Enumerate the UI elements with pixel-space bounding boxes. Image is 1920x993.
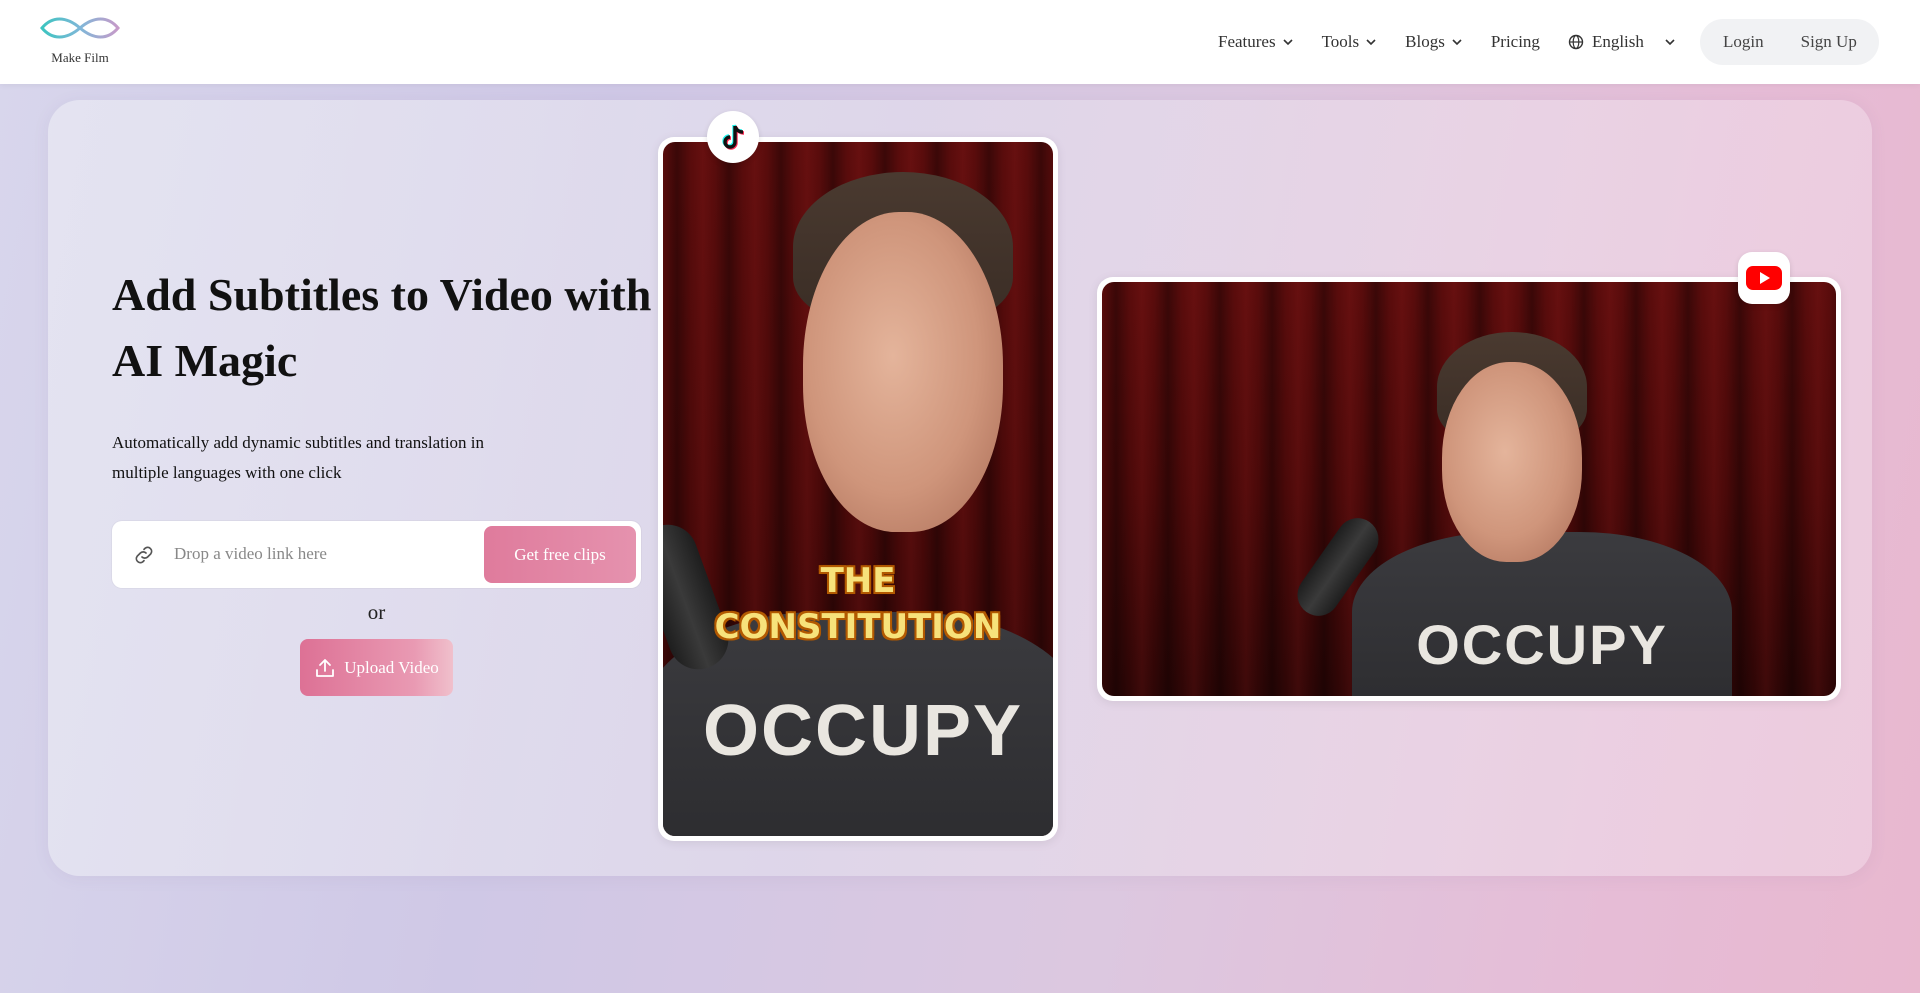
video-link-form: Get free clips xyxy=(112,521,641,588)
upload-video-button[interactable]: Upload Video xyxy=(300,639,453,696)
logo[interactable]: Make Film xyxy=(38,14,122,70)
vertical-video-preview: OCCUPY THE CONSTITUTION xyxy=(658,137,1058,841)
upload-icon xyxy=(316,658,335,677)
link-icon xyxy=(135,546,153,564)
nav-blogs[interactable]: Blogs xyxy=(1405,24,1463,60)
nav-features[interactable]: Features xyxy=(1218,24,1294,60)
language-label: English xyxy=(1591,32,1644,51)
shirt-print: OCCUPY xyxy=(702,691,1024,771)
tiktok-glyph xyxy=(722,124,745,150)
nav-features-label: Features xyxy=(1218,32,1276,51)
subtitle-caption-line2: CONSTITUTION xyxy=(714,607,1002,647)
nav-tools-label: Tools xyxy=(1321,32,1360,51)
infinity-logo-icon xyxy=(40,17,120,39)
chevron-down-icon xyxy=(1283,39,1293,46)
subtitle-caption-line1: THE xyxy=(820,561,896,601)
chevron-down-icon xyxy=(1366,39,1376,46)
youtube-icon xyxy=(1738,252,1790,304)
or-divider: or xyxy=(367,600,386,624)
nav-pricing[interactable]: Pricing xyxy=(1491,24,1540,60)
language-selector[interactable]: English xyxy=(1568,24,1676,60)
video-link-input[interactable] xyxy=(174,535,474,573)
globe-icon xyxy=(1568,34,1584,50)
hero-title: Add Subtitles to Video with AI Magic xyxy=(112,269,652,386)
horizontal-video-still: OCCUPY xyxy=(1102,282,1836,696)
nav-blogs-label: Blogs xyxy=(1405,32,1445,51)
nav-tools[interactable]: Tools xyxy=(1322,24,1378,60)
person-face xyxy=(1442,362,1582,562)
shirt-print: OCCUPY xyxy=(1416,613,1668,676)
nav-pricing-label: Pricing xyxy=(1490,32,1540,51)
upload-video-label: Upload Video xyxy=(344,657,439,677)
horizontal-video-preview: OCCUPY xyxy=(1097,277,1841,701)
auth-group: Login Sign Up xyxy=(1700,19,1879,65)
site-header: Make Film Features Tools Blogs Pricing E… xyxy=(0,0,1920,84)
vertical-video-still: OCCUPY THE CONSTITUTION xyxy=(663,142,1053,836)
hero-subtitle: Automatically add dynamic subtitles and … xyxy=(112,433,485,482)
main-nav: Features Tools Blogs Pricing English xyxy=(1218,24,1676,60)
get-free-clips-button[interactable]: Get free clips xyxy=(484,526,636,583)
youtube-glyph xyxy=(1746,266,1782,290)
person-face xyxy=(803,212,1003,532)
chevron-down-icon xyxy=(1665,39,1675,46)
brand-name: Make Film xyxy=(51,50,109,65)
chevron-down-icon xyxy=(1452,39,1462,46)
signup-button[interactable]: Sign Up xyxy=(1784,19,1857,65)
tiktok-icon xyxy=(707,111,759,163)
login-button[interactable]: Login xyxy=(1700,19,1784,65)
